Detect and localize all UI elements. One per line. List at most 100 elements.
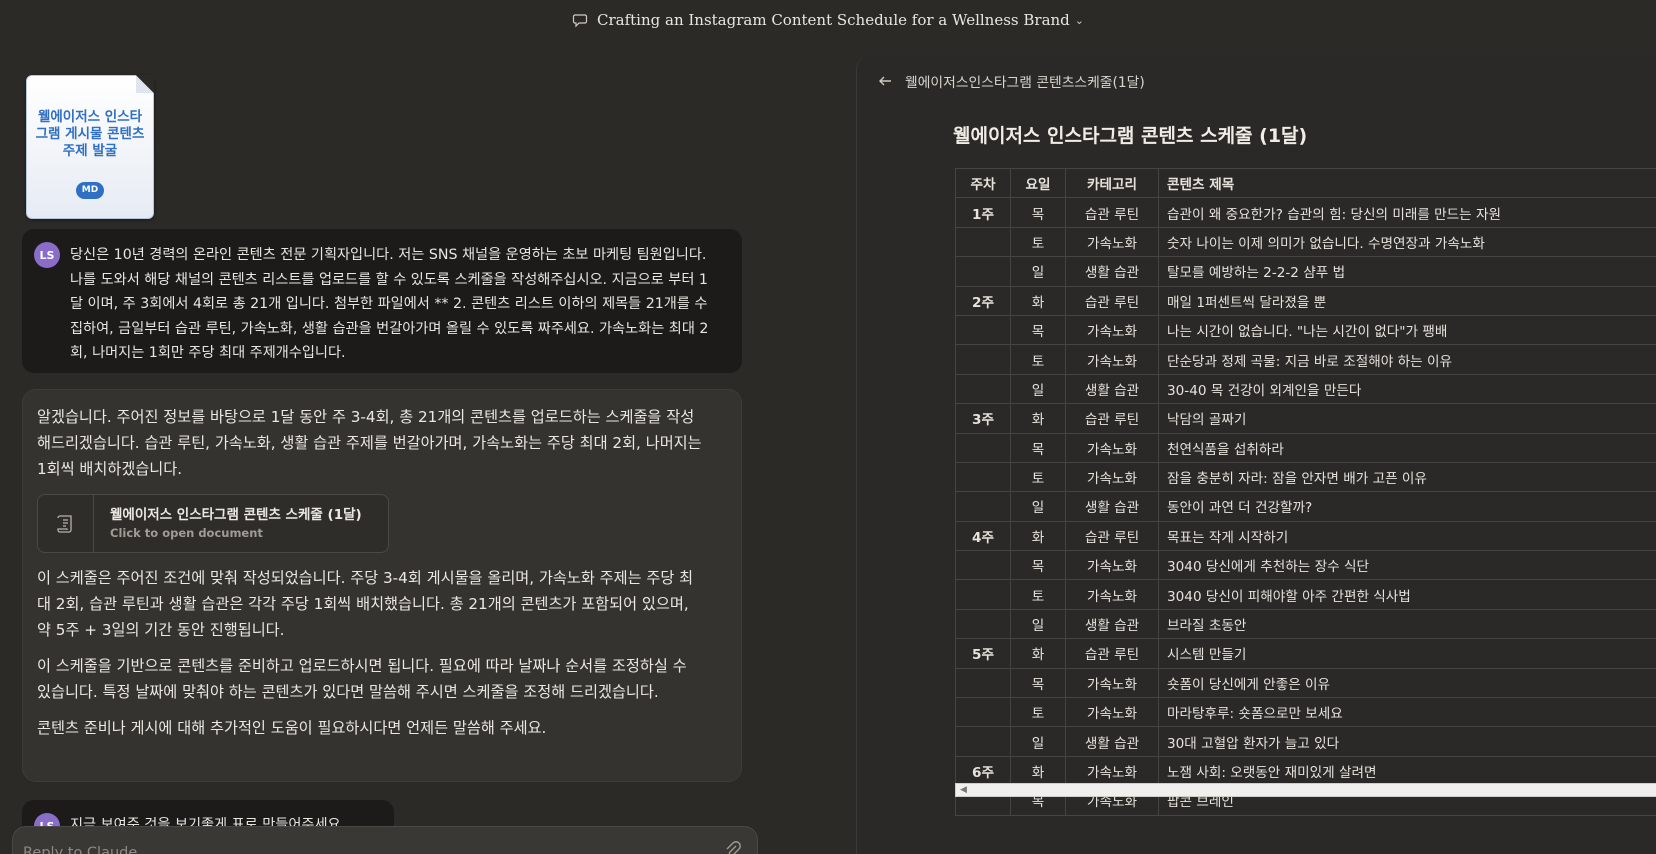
column-header: 카테고리 [1065,168,1159,199]
day-cell: 토 [1010,697,1066,728]
week-cell [955,256,1011,287]
table-header-row: 주차 요일 카테고리 콘텐츠 제목 [955,168,1656,199]
table-row: 3주 화 습관 루틴 낙담의 골짜기 [955,403,1656,434]
table-row: 일 생활 습관 브라질 초동안 [955,608,1656,640]
week-cell [955,461,1011,493]
week-cell [955,579,1011,610]
avatar: LS [34,242,60,268]
category-cell: 습관 루틴 [1065,197,1159,228]
table-row: 일 생활 습관 30대 고혈압 환자가 늘고 있다 [955,726,1656,757]
schedule-table-container: 주차 요일 카테고리 콘텐츠 제목 1주 목 습관 루틴 습관이 왜 중요한가? 습관… [955,168,1656,828]
content-title-cell: 시스템 만들기 [1158,638,1656,669]
table-row: 1주 목 습관 루틴 습관이 왜 중요한가? 습관의 힘: 당신의 미래를 만드는 자… [955,197,1656,228]
attachment-thumbnail[interactable]: 웰에이저스 인스타그램 게시물 콘텐츠 주제 발굴 MD [26,75,154,219]
day-cell: 화 [1010,403,1066,434]
category-cell: 가속노화 [1065,314,1159,346]
category-cell: 가속노화 [1065,667,1159,699]
artifact-card[interactable]: 웰에이저스 인스타그램 콘텐츠 스케줄 (1달) Click to open d… [37,494,389,553]
category-cell: 가속노화 [1065,432,1159,463]
schedule-table: 주차 요일 카테고리 콘텐츠 제목 1주 목 습관 루틴 습관이 왜 중요한가? 습관… [955,168,1656,816]
back-arrow-icon[interactable] [877,73,893,89]
content-title-cell: 30-40 목 건강이 외계인을 만든다 [1158,373,1656,405]
week-cell [955,608,1011,640]
artifact-title: 웰에이저스 인스타그램 콘텐츠 스케줄 (1달) [110,506,362,523]
day-cell: 화 [1010,520,1066,552]
table-row: 토 가속노화 단순당과 정제 곡물: 지금 바로 조절해야 하는 이유 [955,344,1656,375]
week-cell [955,697,1011,728]
week-cell [955,667,1011,699]
category-cell: 습관 루틴 [1065,638,1159,669]
table-row: 토 가속노화 마라탕후루: 숏폼으로만 보세요 [955,697,1656,728]
content-title-cell: 숫자 나이는 이제 의미가 없습니다. 수명연장과 가속노화 [1158,226,1656,258]
content-title-cell: 습관이 왜 중요한가? 습관의 힘: 당신의 미래를 만드는 자원 [1158,197,1656,228]
chat-bubble-icon [572,14,588,28]
content-title-cell: 브라질 초동안 [1158,608,1656,640]
category-cell: 습관 루틴 [1065,520,1159,552]
table-row: 토 가속노화 3040 당신이 피해야할 아주 간편한 식사법 [955,579,1656,610]
day-cell: 목 [1010,667,1066,699]
category-cell: 가속노화 [1065,344,1159,375]
assistant-message: 알겠습니다. 주어진 정보를 바탕으로 1달 동안 주 3-4회, 총 21개의… [22,389,742,782]
week-cell: 5주 [955,638,1011,669]
content-title-cell: 낙담의 골짜기 [1158,403,1656,434]
day-cell: 일 [1010,608,1066,640]
week-cell: 1주 [955,197,1011,228]
content-title-cell: 단순당과 정제 곡물: 지금 바로 조절해야 하는 이유 [1158,344,1656,375]
day-cell: 목 [1010,550,1066,581]
content-title-cell: 3040 당신이 피해야할 아주 간편한 식사법 [1158,579,1656,610]
day-cell: 일 [1010,373,1066,405]
week-cell: 4주 [955,520,1011,552]
column-header: 요일 [1010,168,1066,199]
document-panel: 웰에이저스인스타그램 콘텐츠스케줄(1달) 웰에이저스 인스타그램 콘텐츠 스케… [856,57,1656,854]
week-cell: 6주 [955,755,1011,787]
content-title-cell: 나는 시간이 없습니다. "나는 시간이 없다"가 팽배 [1158,314,1656,346]
content-title-cell: 천연식품을 섭취하라 [1158,432,1656,463]
day-cell: 토 [1010,579,1066,610]
table-row: 일 생활 습관 동안이 과연 더 건강할까? [955,491,1656,522]
week-cell [955,373,1011,405]
paperclip-icon[interactable] [721,839,743,854]
conversation-title: Crafting an Instagram Content Schedule f… [597,11,1070,29]
conversation-title-bar[interactable]: Crafting an Instagram Content Schedule f… [0,0,1656,40]
category-cell: 생활 습관 [1065,373,1159,405]
assistant-paragraph: 이 스케줄은 주어진 조건에 맞춰 작성되었습니다. 주당 3-4회 게시물을 … [37,569,694,639]
day-cell: 일 [1010,491,1066,522]
horizontal-scrollbar[interactable]: ◀ [955,783,1656,797]
panel-header: 웰에이저스인스타그램 콘텐츠스케줄(1달) [857,57,1656,105]
category-cell: 생활 습관 [1065,491,1159,522]
week-cell [955,344,1011,375]
table-row: 일 생활 습관 30-40 목 건강이 외계인을 만든다 [955,373,1656,405]
content-title-cell: 목표는 작게 시작하기 [1158,520,1656,552]
table-row: 4주 화 습관 루틴 목표는 작게 시작하기 [955,520,1656,552]
category-cell: 가속노화 [1065,697,1159,728]
chevron-down-icon: ⌄ [1074,13,1084,27]
artifact-subtitle: Click to open document [110,525,263,540]
category-cell: 가속노화 [1065,226,1159,258]
content-title-cell: 잠을 충분히 자라: 잠을 안자면 배가 고픈 이유 [1158,461,1656,493]
user-message-text: 당신은 10년 경력의 온라인 콘텐츠 전문 기획자입니다. 저는 SNS 채널… [70,247,709,361]
category-cell: 가속노화 [1065,755,1159,787]
week-cell [955,491,1011,522]
attachment-title: 웰에이저스 인스타그램 게시물 콘텐츠 주제 발굴 [35,109,145,159]
scroll-left-icon[interactable]: ◀ [960,784,967,796]
reply-input[interactable]: Reply to Claude... [12,826,758,854]
user-message: LS 당신은 10년 경력의 온라인 콘텐츠 전문 기획자입니다. 저는 SNS… [22,229,742,373]
column-header: 주차 [955,168,1011,199]
category-cell: 습관 루틴 [1065,403,1159,434]
week-cell: 3주 [955,403,1011,434]
category-cell: 생활 습관 [1065,256,1159,287]
category-cell: 가속노화 [1065,579,1159,610]
assistant-paragraph: 콘텐츠 준비나 게시에 대해 추가적인 도움이 필요하시다면 언제든 말씀해 주… [37,719,547,737]
week-cell: 2주 [955,285,1011,316]
category-cell: 생활 습관 [1065,608,1159,640]
day-cell: 화 [1010,285,1066,316]
week-cell [955,226,1011,258]
day-cell: 목 [1010,432,1066,463]
day-cell: 목 [1010,314,1066,346]
category-cell: 생활 습관 [1065,726,1159,757]
day-cell: 토 [1010,344,1066,375]
category-cell: 가속노화 [1065,550,1159,581]
category-cell: 습관 루틴 [1065,285,1159,316]
day-cell: 토 [1010,461,1066,493]
table-row: 2주 화 습관 루틴 매일 1퍼센트씩 달라졌을 뿐 [955,285,1656,316]
